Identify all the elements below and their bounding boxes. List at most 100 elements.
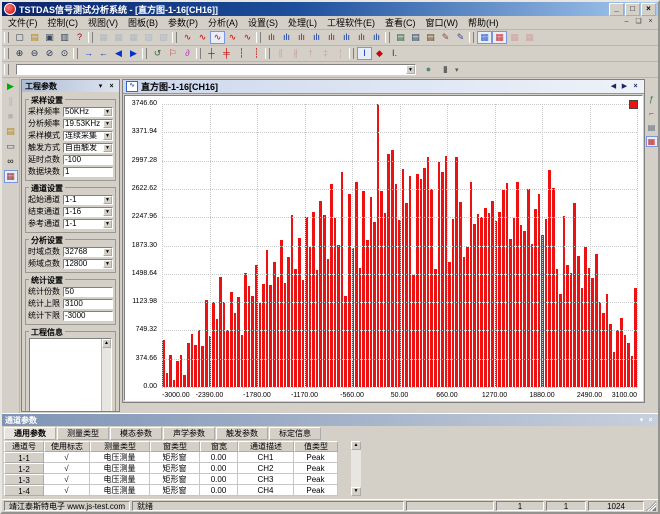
- grid-display-red-icon[interactable]: ▦: [492, 31, 507, 44]
- info-scrollbar[interactable]: ▲▼: [101, 339, 111, 411]
- time-points-select[interactable]: 32768▼: [63, 247, 113, 257]
- toolbar-grip[interactable]: [73, 48, 78, 59]
- next-window-button[interactable]: ▶: [619, 82, 630, 92]
- start-sampling-icon[interactable]: ▶: [4, 80, 18, 93]
- chevron-down-icon[interactable]: ▼: [103, 144, 112, 152]
- new-file-icon[interactable]: ▢: [12, 31, 27, 44]
- close-button[interactable]: ×: [641, 3, 656, 16]
- menu-item-board[interactable]: 图板(B): [123, 16, 163, 29]
- grid-display-blue-icon[interactable]: ▦: [477, 31, 492, 44]
- chevron-down-icon[interactable]: ▼: [103, 208, 112, 216]
- table-row[interactable]: 1-3√电压测量矩形窗0.00CH3Peak: [4, 474, 350, 485]
- toolbar3-button-2[interactable]: ▮: [438, 63, 453, 76]
- chevron-down-icon[interactable]: ▼: [103, 248, 112, 256]
- spectrum-icon-4[interactable]: ılı: [309, 31, 324, 44]
- nav-first-icon[interactable]: ◀: [111, 47, 126, 60]
- chevron-down-icon[interactable]: ▼: [103, 220, 112, 228]
- window-layout-icon-2[interactable]: ▦: [111, 31, 126, 44]
- toolbar-grip[interactable]: [4, 48, 9, 59]
- panel-close-button[interactable]: ×: [107, 83, 116, 90]
- nav-last-icon[interactable]: ▶: [126, 47, 141, 60]
- band-cursor-icon[interactable]: ┊: [249, 47, 264, 60]
- toolbar-grip[interactable]: [172, 32, 177, 43]
- menu-item-control[interactable]: 控制(C): [43, 16, 84, 29]
- ref-channel-select[interactable]: 1-1▼: [63, 219, 113, 229]
- table-row[interactable]: 1-4√电压测量矩形窗0.00CH4Peak: [4, 485, 350, 496]
- toolbar-grip[interactable]: [256, 32, 261, 43]
- spectrum-icon-6[interactable]: ılı: [339, 31, 354, 44]
- curve-tool-icon[interactable]: ƒ: [646, 94, 658, 105]
- tab-声学参数[interactable]: 声学参数: [163, 427, 215, 440]
- analysis-freq-select[interactable]: 19.53KHz▼: [63, 119, 113, 129]
- refresh-icon[interactable]: ↺: [150, 47, 165, 60]
- spectrum-icon-7[interactable]: ılı: [354, 31, 369, 44]
- column-header[interactable]: 窗类型: [150, 441, 200, 452]
- table-scrollbar[interactable]: ▲▼: [351, 441, 361, 496]
- column-header[interactable]: 通道号: [4, 441, 44, 452]
- data-blocks-input[interactable]: 1: [63, 167, 113, 177]
- harmonic-cursor-icon-1[interactable]: ∥: [273, 47, 288, 60]
- scroll-down-icon[interactable]: ▼: [351, 487, 361, 496]
- help-icon[interactable]: ?: [72, 31, 87, 44]
- delay-points-input[interactable]: -100: [63, 155, 113, 165]
- toolbar-grip[interactable]: [4, 64, 9, 75]
- spectrum-icon-2[interactable]: ılı: [279, 31, 294, 44]
- red-grid-tool-icon[interactable]: ▦: [646, 136, 658, 147]
- toolbar-grip[interactable]: [142, 48, 147, 59]
- freq-points-select[interactable]: 12800▼: [63, 259, 113, 269]
- minimize-button[interactable]: _: [609, 3, 624, 16]
- stat-bins-input[interactable]: 50: [63, 287, 113, 297]
- end-channel-select[interactable]: 1-16▼: [63, 207, 113, 217]
- toolbar-grip[interactable]: [385, 32, 390, 43]
- single-cursor-icon[interactable]: ┼: [204, 47, 219, 60]
- open-folder-icon[interactable]: ▤: [27, 31, 42, 44]
- waveform-display-icon-3[interactable]: ∿: [225, 31, 240, 44]
- chevron-down-icon[interactable]: ▼: [103, 260, 112, 268]
- vertical-cursor-icon[interactable]: ┆: [234, 47, 249, 60]
- chevron-down-icon[interactable]: ▼: [406, 65, 415, 74]
- chevron-down-icon[interactable]: ▼: [103, 132, 112, 140]
- toolbar-grip[interactable]: [349, 48, 354, 59]
- start-channel-select[interactable]: 1-1▼: [63, 195, 113, 205]
- bpanel-close-button[interactable]: ×: [646, 417, 655, 424]
- waveform-display-icon-1[interactable]: ∿: [180, 31, 195, 44]
- close-chart-button[interactable]: ×: [630, 82, 641, 92]
- project-info-box[interactable]: ▲▼: [29, 338, 112, 411]
- pause-sampling-icon[interactable]: ∥: [4, 95, 18, 108]
- spectrum-icon-5[interactable]: ılı: [324, 31, 339, 44]
- maximize-button[interactable]: □: [625, 3, 640, 16]
- record-icon[interactable]: ▦: [4, 170, 18, 183]
- batch-process-icon[interactable]: ▤: [4, 125, 18, 138]
- zoom-reset-icon[interactable]: ⊙: [57, 47, 72, 60]
- zoom-window-icon[interactable]: ⊘: [42, 47, 57, 60]
- trigger-mode-select[interactable]: 自由触发▼: [63, 143, 113, 153]
- column-header[interactable]: 通道描述: [238, 441, 294, 452]
- menu-item-lookup[interactable]: 查看(C): [380, 16, 421, 29]
- double-cursor-icon[interactable]: ╪: [219, 47, 234, 60]
- menu-item-file[interactable]: 文件(F): [3, 16, 43, 29]
- menu-item-analysis[interactable]: 分析(A): [203, 16, 243, 29]
- red-tool-icon-2[interactable]: ▦: [522, 31, 537, 44]
- cursor-readout-icon[interactable]: I.: [387, 47, 402, 60]
- spectrum-icon-8[interactable]: ılı: [369, 31, 384, 44]
- note-tool-icon[interactable]: ▤: [646, 122, 658, 133]
- menu-item-settings[interactable]: 设置(S): [243, 16, 283, 29]
- toolbar-overflow-icon[interactable]: ▾: [455, 66, 459, 74]
- column-header[interactable]: 值类型: [294, 441, 338, 452]
- tab-标定信息[interactable]: 标定信息: [269, 427, 321, 440]
- tab-通用参数[interactable]: 通用参数: [4, 427, 56, 440]
- menu-item-help[interactable]: 帮助(H): [463, 16, 504, 29]
- edit-report-icon-1[interactable]: ✎: [438, 31, 453, 44]
- edit-report-icon-2[interactable]: ✎: [453, 31, 468, 44]
- print-preview-icon[interactable]: ▣: [42, 31, 57, 44]
- chevron-down-icon[interactable]: ▼: [103, 108, 112, 116]
- menu-item-params[interactable]: 参数(P): [163, 16, 203, 29]
- bpanel-pin-button[interactable]: ▾: [637, 416, 646, 424]
- ibeam-cursor-icon[interactable]: I: [357, 47, 372, 60]
- sampling-mode-select[interactable]: 连续采集▼: [63, 131, 113, 141]
- window-layout-icon-1[interactable]: ▦: [96, 31, 111, 44]
- harmonic-cursor-icon-2[interactable]: ∦: [288, 47, 303, 60]
- zoom-out-icon[interactable]: ⊖: [27, 47, 42, 60]
- toolbar-grip[interactable]: [4, 32, 9, 43]
- window-layout-icon-4[interactable]: ▧: [141, 31, 156, 44]
